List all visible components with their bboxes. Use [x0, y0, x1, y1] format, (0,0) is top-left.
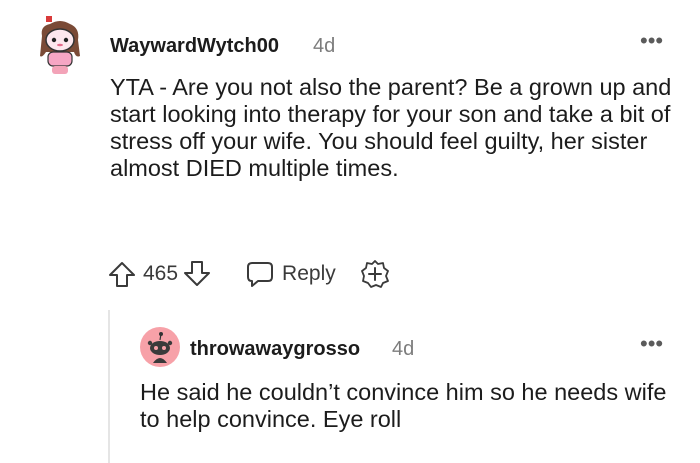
user-avatar[interactable] [36, 16, 84, 76]
speech-bubble-icon [246, 260, 274, 288]
reply-avatar[interactable] [140, 327, 180, 367]
comment-age: 4d [313, 35, 336, 57]
comment-thread: WaywardWytch00 4d ••• YTA - Are you not … [0, 0, 700, 463]
plus-circle-icon[interactable] [360, 259, 390, 289]
reply-age: 4d [392, 338, 415, 360]
reply-author[interactable]: throwawaygrosso [190, 338, 360, 361]
reply-more-options-icon[interactable]: ••• [640, 333, 663, 355]
vote-count: 465 [143, 262, 179, 285]
snoo-avatar-icon [40, 16, 80, 74]
comment-author[interactable]: WaywardWytch00 [110, 35, 279, 58]
upvote-arrow-icon[interactable] [107, 259, 137, 289]
thread-line[interactable] [108, 310, 110, 463]
comment-actions: 465 Reply [107, 258, 390, 290]
reply-body: He said he couldn’t convince him so he n… [140, 379, 667, 432]
reply-button[interactable]: Reply [246, 260, 336, 288]
comment-more-options-icon[interactable]: ••• [640, 30, 663, 52]
reply-label: Reply [282, 262, 336, 285]
comment-body: YTA - Are you not also the parent? Be a … [110, 74, 672, 181]
downvote-arrow-icon[interactable] [182, 259, 212, 289]
snoo-default-avatar-icon [140, 327, 180, 367]
